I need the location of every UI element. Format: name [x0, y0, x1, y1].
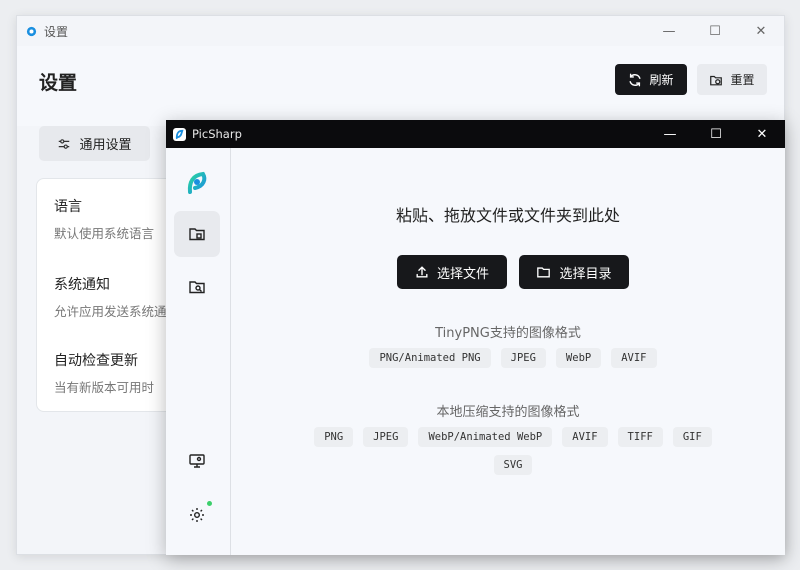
picsharp-titlebar: PicSharp — ☐ ✕ [166, 120, 785, 148]
sidebar-item-monitor[interactable] [174, 438, 220, 484]
tab-general-label: 通用设置 [79, 138, 132, 153]
minimize-button[interactable]: — [646, 16, 692, 46]
setting-auto-update[interactable]: 自动检查更新 当有新版本可用时 [54, 350, 154, 396]
status-dot [207, 501, 212, 506]
format-chip: SVG [493, 455, 533, 475]
window-title: 设置 [44, 24, 69, 39]
upload-icon [416, 266, 428, 278]
format-chip: JPEG [500, 348, 546, 368]
search-folder-icon [189, 281, 205, 294]
select-file-label: 选择文件 [436, 266, 489, 282]
window-title: PicSharp [192, 127, 242, 141]
picsharp-window: PicSharp — ☐ ✕ 粘贴、拖放文件或文件夹到此处 选择文件 选择目录 … [166, 120, 785, 555]
setting-title: 系统通知 [54, 277, 110, 293]
close-button[interactable]: ✕ [738, 16, 784, 46]
minimize-button[interactable]: — [647, 120, 693, 148]
sidebar-item-compress[interactable] [174, 211, 220, 257]
app-logo-icon [173, 127, 186, 141]
sliders-icon [59, 138, 70, 149]
local-title: 本地压缩支持的图像格式 [436, 405, 580, 420]
select-dir-label: 选择目录 [559, 266, 612, 282]
reset-label: 重置 [730, 73, 755, 87]
settings-header: 设置 刷新 重置 [17, 46, 784, 126]
tinypng-title: TinyPNG支持的图像格式 [435, 326, 581, 341]
reset-button[interactable]: 重置 [697, 64, 767, 95]
tinypng-formats: PNG/Animated PNG JPEG WebP AVIF [291, 348, 735, 368]
gear-icon [190, 508, 204, 522]
format-chip: TIFF [617, 427, 663, 447]
monitor-icon [189, 454, 205, 468]
app-logo-icon [26, 26, 37, 36]
format-chip: GIF [672, 427, 712, 447]
app-logo-icon [187, 171, 207, 194]
close-button[interactable]: ✕ [739, 120, 785, 148]
format-chip: WebP/Animated WebP [418, 427, 553, 447]
select-dir-button[interactable]: 选择目录 [519, 255, 629, 289]
format-chip: JPEG [363, 427, 409, 447]
refresh-label: 刷新 [649, 73, 674, 87]
setting-desc: 默认使用系统语言 [54, 226, 155, 241]
drop-headline: 粘贴、拖放文件或文件夹到此处 [395, 206, 620, 225]
settings-titlebar: 设置 — ☐ ✕ [17, 16, 784, 46]
sidebar-logo [174, 160, 220, 206]
tab-general-settings[interactable]: 通用设置 [39, 126, 150, 161]
setting-desc: 允许应用发送系统通知 [54, 304, 180, 319]
format-chip: AVIF [611, 348, 657, 368]
sidebar-item-settings[interactable] [174, 492, 220, 538]
sidebar-item-search[interactable] [174, 264, 220, 310]
setting-desc: 当有新版本可用时 [54, 380, 155, 395]
compress-icon [189, 228, 205, 241]
page-title: 设置 [39, 72, 78, 94]
folder-icon [537, 267, 551, 278]
sidebar [166, 148, 231, 555]
reset-icon [710, 75, 723, 85]
select-file-button[interactable]: 选择文件 [397, 255, 507, 289]
format-chip: WebP [555, 348, 602, 368]
drop-zone[interactable]: 粘贴、拖放文件或文件夹到此处 选择文件 选择目录 TinyPNG支持的图像格式 … [231, 148, 785, 555]
format-chip: PNG [314, 427, 354, 447]
maximize-button[interactable]: ☐ [693, 120, 739, 148]
refresh-button[interactable]: 刷新 [615, 64, 687, 95]
local-formats: PNG JPEG WebP/Animated WebP AVIF TIFF GI… [291, 427, 735, 475]
format-chip: PNG/Animated PNG [369, 348, 491, 368]
format-chip: AVIF [562, 427, 608, 447]
setting-title: 语言 [54, 199, 82, 215]
setting-language[interactable]: 语言 默认使用系统语言 [54, 196, 154, 242]
maximize-button[interactable]: ☐ [692, 16, 738, 46]
setting-notifications[interactable]: 系统通知 允许应用发送系统通知 [54, 274, 179, 320]
refresh-icon [629, 73, 641, 86]
setting-title: 自动检查更新 [54, 353, 138, 369]
